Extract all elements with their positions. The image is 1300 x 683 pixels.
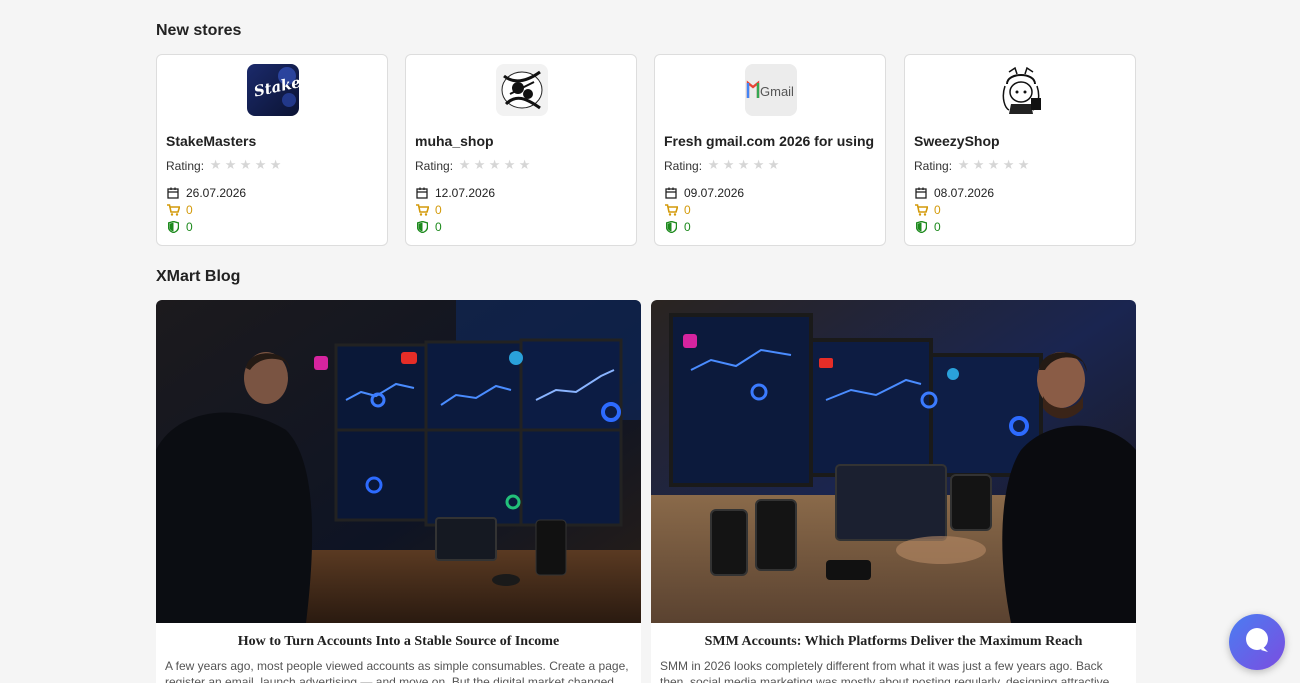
blog-excerpt: SMM in 2026 looks completely different f… <box>660 659 1110 683</box>
store-sales: 0 <box>186 203 193 217</box>
rating-label: Rating: <box>166 158 205 173</box>
store-guarantee: 0 <box>684 220 691 234</box>
store-date: 12.07.2026 <box>435 186 496 200</box>
rating-label: Rating: <box>914 158 953 173</box>
star-icon: ★ <box>209 158 222 173</box>
star-icon: ★ <box>972 158 985 173</box>
calendar-icon <box>664 186 678 200</box>
chat-button[interactable] <box>1229 614 1285 670</box>
star-icon: ★ <box>269 158 282 173</box>
store-card-muha-shop[interactable]: muha_shop Rating: ★ ★ ★ ★ ★ 12.07.2026 0 0 <box>405 54 637 246</box>
store-logo-gmail[interactable]: Gmail <box>745 64 797 116</box>
store-date: 08.07.2026 <box>934 186 995 200</box>
blog-title[interactable]: SMM Accounts: Which Platforms Deliver th… <box>651 634 1136 650</box>
store-rating: Rating: ★ ★ ★ ★ ★ <box>166 158 283 173</box>
rating-label: Rating: <box>664 158 703 173</box>
star-icon: ★ <box>722 158 735 173</box>
star-icon: ★ <box>737 158 750 173</box>
store-sales: 0 <box>435 203 442 217</box>
shield-icon <box>166 220 180 234</box>
store-name[interactable]: StakeMasters <box>166 133 256 149</box>
rating-label: Rating: <box>415 158 454 173</box>
star-icon: ★ <box>488 158 501 173</box>
star-icon: ★ <box>239 158 252 173</box>
cart-icon <box>914 203 928 217</box>
star-icon: ★ <box>518 158 531 173</box>
star-icon: ★ <box>767 158 780 173</box>
store-date-row: 08.07.2026 <box>914 186 994 200</box>
store-guarantee: 0 <box>934 220 941 234</box>
star-icon: ★ <box>1002 158 1015 173</box>
cart-icon <box>664 203 678 217</box>
svg-text:Gmail: Gmail <box>760 84 794 99</box>
store-name[interactable]: muha_shop <box>415 133 494 149</box>
store-guarantee: 0 <box>186 220 193 234</box>
store-guarantee-row: 0 <box>415 220 442 234</box>
store-rating: Rating: ★ ★ ★ ★ ★ <box>664 158 781 173</box>
store-sales: 0 <box>684 203 691 217</box>
store-rating: Rating: ★ ★ ★ ★ ★ <box>914 158 1031 173</box>
blog-excerpt: A few years ago, most people viewed acco… <box>165 659 629 683</box>
rating-stars: ★ ★ ★ ★ ★ <box>706 158 781 173</box>
blog-card-income[interactable]: How to Turn Accounts Into a Stable Sourc… <box>156 300 641 683</box>
star-icon: ★ <box>254 158 267 173</box>
star-icon: ★ <box>458 158 471 173</box>
store-sales-row: 0 <box>166 203 193 217</box>
store-name[interactable]: Fresh gmail.com 2026 for using <box>664 133 874 149</box>
store-date-row: 26.07.2026 <box>166 186 246 200</box>
store-date: 09.07.2026 <box>684 186 745 200</box>
store-sales-row: 0 <box>415 203 442 217</box>
calendar-icon <box>166 186 180 200</box>
cart-icon <box>166 203 180 217</box>
star-icon: ★ <box>473 158 486 173</box>
calendar-icon <box>914 186 928 200</box>
store-name[interactable]: SweezyShop <box>914 133 1000 149</box>
star-icon: ★ <box>957 158 970 173</box>
store-sales-row: 0 <box>914 203 941 217</box>
store-guarantee-row: 0 <box>664 220 691 234</box>
shield-icon <box>415 220 429 234</box>
star-icon: ★ <box>503 158 516 173</box>
blog-image[interactable] <box>156 300 641 623</box>
star-icon: ★ <box>224 158 237 173</box>
store-sales: 0 <box>934 203 941 217</box>
blog-heading: XMart Blog <box>156 268 241 285</box>
rating-stars: ★ ★ ★ ★ ★ <box>208 158 283 173</box>
store-rating: Rating: ★ ★ ★ ★ ★ <box>415 158 532 173</box>
shield-icon <box>914 220 928 234</box>
store-logo-sweezyshop[interactable] <box>995 64 1047 116</box>
store-logo-stakemasters[interactable]: Stake <box>247 64 299 116</box>
rating-stars: ★ ★ ★ ★ ★ <box>457 158 532 173</box>
star-icon: ★ <box>987 158 1000 173</box>
rating-stars: ★ ★ ★ ★ ★ <box>956 158 1031 173</box>
cart-icon <box>415 203 429 217</box>
star-icon: ★ <box>707 158 720 173</box>
store-card-sweezyshop[interactable]: SweezyShop Rating: ★ ★ ★ ★ ★ 08.07.2026 0 0 <box>904 54 1136 246</box>
blog-title[interactable]: How to Turn Accounts Into a Stable Sourc… <box>156 634 641 650</box>
star-icon: ★ <box>1017 158 1030 173</box>
calendar-icon <box>415 186 429 200</box>
blog-image[interactable] <box>651 300 1136 623</box>
star-icon: ★ <box>752 158 765 173</box>
store-card-stakemasters[interactable]: Stake StakeMasters Rating: ★ ★ ★ ★ ★ 26.07.2… <box>156 54 388 246</box>
store-date-row: 12.07.2026 <box>415 186 495 200</box>
store-logo-muha-shop[interactable] <box>496 64 548 116</box>
blog-card-smm[interactable]: SMM Accounts: Which Platforms Deliver th… <box>651 300 1136 683</box>
store-guarantee: 0 <box>435 220 442 234</box>
store-sales-row: 0 <box>664 203 691 217</box>
store-date: 26.07.2026 <box>186 186 247 200</box>
new-stores-heading: New stores <box>156 22 242 39</box>
store-date-row: 09.07.2026 <box>664 186 744 200</box>
store-guarantee-row: 0 <box>166 220 193 234</box>
store-guarantee-row: 0 <box>914 220 941 234</box>
shield-icon <box>664 220 678 234</box>
store-card-fresh-gmail[interactable]: Gmail Fresh gmail.com 2026 for using Rat… <box>654 54 886 246</box>
chat-icon <box>1243 626 1271 659</box>
